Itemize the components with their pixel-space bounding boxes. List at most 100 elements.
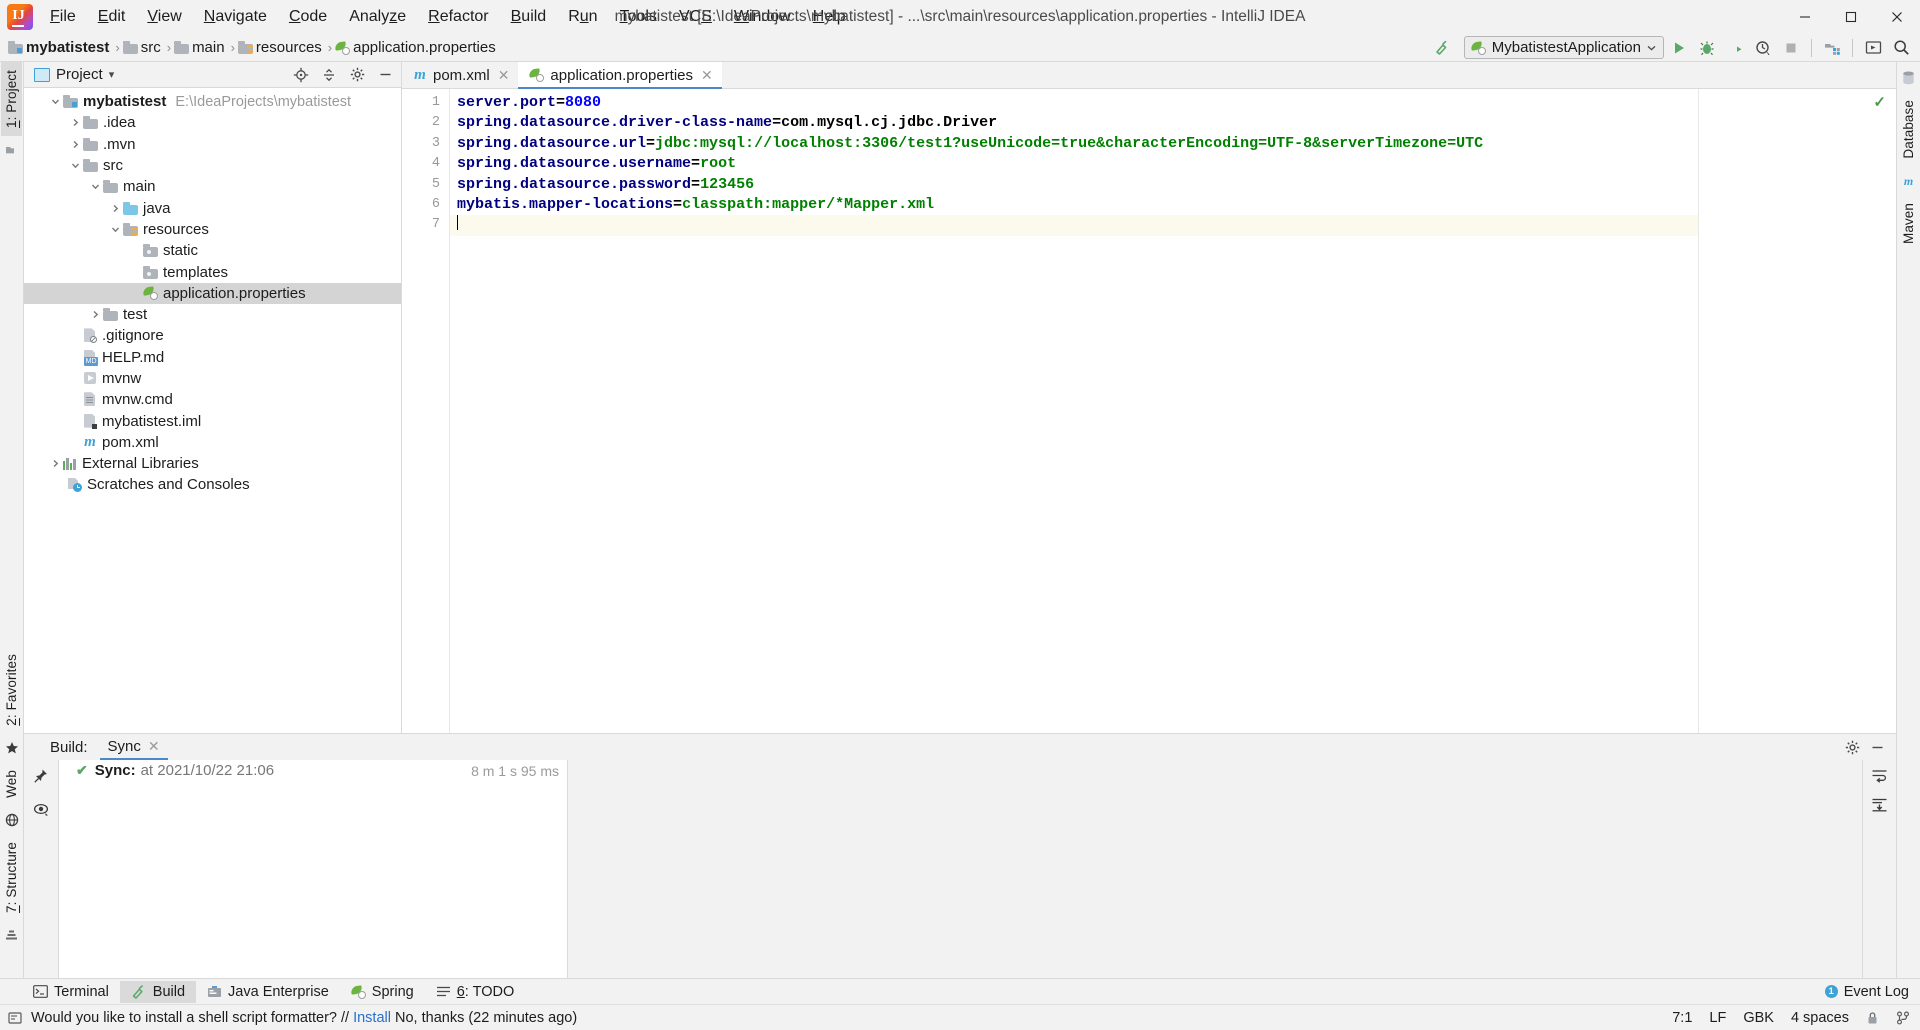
sidebar-tab-favorites[interactable]: 2: Favorites — [1, 646, 22, 734]
chevron-down-icon[interactable] — [108, 225, 123, 234]
git-branch-icon[interactable] — [1896, 1011, 1910, 1025]
tree-node-src[interactable]: src — [24, 155, 401, 176]
tree-node-main[interactable]: main — [24, 176, 401, 197]
chevron-down-icon[interactable] — [68, 161, 83, 170]
editor-code-area[interactable]: 1 2 3 4 5 6 7 server.port=8080 spring.da… — [402, 89, 1896, 733]
sidebar-tab-maven[interactable]: Maven — [1898, 195, 1919, 252]
menu-build[interactable]: Build — [500, 3, 558, 31]
build-hammer-icon[interactable] — [1430, 36, 1456, 60]
tree-node-resources[interactable]: resources — [24, 219, 401, 240]
tree-node-mvn[interactable]: .mvn — [24, 134, 401, 155]
toolwindow-java-enterprise[interactable]: Java Enterprise — [196, 981, 340, 1003]
code-line-3[interactable]: spring.datasource.url=jdbc:mysql://local… — [450, 134, 1698, 154]
build-row-sync[interactable]: ✔ Sync: at 2021/10/22 21:06 8 m 1 s 95 m… — [59, 760, 567, 781]
chevron-right-icon[interactable] — [88, 310, 103, 319]
sidebar-tab-structure[interactable]: 7: Structure — [1, 834, 22, 921]
settings-gear-icon[interactable] — [346, 65, 368, 85]
minimize-button[interactable] — [1782, 0, 1828, 34]
locate-icon[interactable] — [290, 65, 312, 85]
run-icon[interactable] — [1666, 36, 1692, 60]
project-structure-icon[interactable] — [1819, 36, 1845, 60]
menu-edit[interactable]: Edit — [87, 3, 137, 31]
chevron-down-icon[interactable]: ▾ — [109, 68, 115, 81]
indent-setting[interactable]: 4 spaces — [1791, 1010, 1849, 1026]
line-separator[interactable]: LF — [1709, 1010, 1726, 1026]
chevron-right-icon[interactable] — [48, 459, 63, 468]
code-line-2[interactable]: spring.datasource.driver-class-name=com.… — [450, 113, 1698, 133]
close-tab-icon[interactable]: ✕ — [701, 67, 713, 84]
code-text[interactable]: server.port=8080 spring.datasource.drive… — [450, 89, 1698, 733]
tree-node-application-properties[interactable]: application.properties — [24, 282, 401, 304]
updates-icon[interactable] — [1860, 36, 1886, 60]
code-line-1[interactable]: server.port=8080 — [450, 93, 1698, 113]
file-encoding[interactable]: GBK — [1743, 1010, 1774, 1026]
pin-icon[interactable] — [33, 768, 49, 784]
tree-node-help-md[interactable]: MD HELP.md — [24, 347, 401, 368]
breadcrumb-resources[interactable]: resources — [237, 38, 325, 57]
event-log-area[interactable]: 1 Event Log — [1824, 984, 1920, 1000]
close-tab-icon[interactable]: ✕ — [148, 738, 160, 755]
tree-node-external-libraries[interactable]: External Libraries — [24, 453, 401, 474]
editor-tab-application-properties[interactable]: application.properties ✕ — [518, 62, 723, 89]
status-notification-icon[interactable] — [8, 1011, 22, 1025]
tree-node-mvnw[interactable]: mvnw — [24, 368, 401, 389]
build-console-output[interactable] — [568, 760, 1862, 978]
toolwindow-todo[interactable]: 6: TODO — [425, 981, 526, 1003]
tree-node-test[interactable]: test — [24, 304, 401, 325]
chevron-right-icon[interactable] — [68, 118, 83, 127]
breadcrumb-application-properties[interactable]: application.properties — [334, 38, 499, 57]
build-results-tree[interactable]: ✔ Sync: at 2021/10/22 21:06 8 m 1 s 95 m… — [58, 760, 568, 978]
menu-tools[interactable]: Tools — [609, 3, 668, 31]
database-icon[interactable] — [1899, 69, 1919, 87]
stop-icon[interactable] — [1778, 36, 1804, 60]
run-with-coverage-icon[interactable] — [1722, 36, 1748, 60]
chevron-right-icon[interactable] — [68, 140, 83, 149]
chevron-down-icon[interactable] — [48, 97, 63, 106]
chevron-down-icon[interactable] — [88, 182, 103, 191]
menu-analyze[interactable]: Analyze — [338, 3, 417, 31]
web-icon[interactable] — [2, 811, 22, 829]
hide-panel-icon[interactable] — [374, 65, 396, 85]
tree-node-static[interactable]: static — [24, 240, 401, 261]
tree-node-java[interactable]: java — [24, 197, 401, 218]
menu-code[interactable]: Code — [278, 3, 338, 31]
project-tree[interactable]: mybatistest E:\IdeaProjects\mybatistest … — [24, 88, 401, 733]
hide-panel-icon[interactable] — [1866, 737, 1888, 757]
tree-node-idea[interactable]: .idea — [24, 112, 401, 133]
settings-gear-icon[interactable] — [1841, 737, 1863, 757]
menu-refactor[interactable]: Refactor — [417, 3, 499, 31]
code-line-6[interactable]: mybatis.mapper-locations=classpath:mappe… — [450, 195, 1698, 215]
maven-icon[interactable]: m — [1899, 172, 1919, 190]
editor-marker-strip[interactable]: ✓ — [1698, 89, 1896, 733]
tree-node-mybatistest[interactable]: mybatistest E:\IdeaProjects\mybatistest — [24, 91, 401, 112]
lock-icon[interactable] — [1866, 1011, 1879, 1025]
tree-node-templates[interactable]: templates — [24, 261, 401, 282]
maximize-button[interactable] — [1828, 0, 1874, 34]
caret-position[interactable]: 7:1 — [1672, 1010, 1692, 1026]
toolwindow-build[interactable]: Build — [119, 980, 197, 1003]
debug-icon[interactable] — [1694, 36, 1720, 60]
sidebar-tab-web[interactable]: Web — [1, 762, 22, 806]
toolwindow-terminal[interactable]: Terminal — [22, 981, 120, 1003]
install-link[interactable]: Install — [353, 1010, 391, 1026]
close-tab-icon[interactable]: ✕ — [498, 67, 510, 84]
close-button[interactable] — [1874, 0, 1920, 34]
code-line-7[interactable] — [450, 215, 1698, 236]
collapse-all-icon[interactable] — [318, 65, 340, 85]
menu-view[interactable]: View — [136, 3, 192, 31]
ant-icon[interactable] — [2, 926, 22, 944]
menu-file[interactable]: File — [39, 3, 87, 31]
inspection-status-icon[interactable]: ✓ — [1873, 93, 1886, 111]
tree-node-gitignore[interactable]: .gitignore — [24, 325, 401, 346]
run-configuration-selector[interactable]: MybatistestApplication — [1463, 36, 1664, 59]
menu-window[interactable]: Window — [723, 3, 802, 31]
tree-node-scratches-and-consoles[interactable]: Scratches and Consoles — [24, 474, 401, 495]
menu-navigate[interactable]: Navigate — [193, 3, 278, 31]
editor-tab-pom-xml[interactable]: m pom.xml ✕ — [402, 62, 518, 88]
toolwindow-spring[interactable]: Spring — [340, 981, 425, 1003]
tree-node-mvnw-cmd[interactable]: mvnw.cmd — [24, 389, 401, 410]
structure-icon[interactable] — [2, 141, 22, 159]
build-tab-sync[interactable]: Sync ✕ — [99, 734, 168, 760]
menu-help[interactable]: Help — [802, 3, 857, 31]
code-line-5[interactable]: spring.datasource.password=123456 — [450, 175, 1698, 195]
